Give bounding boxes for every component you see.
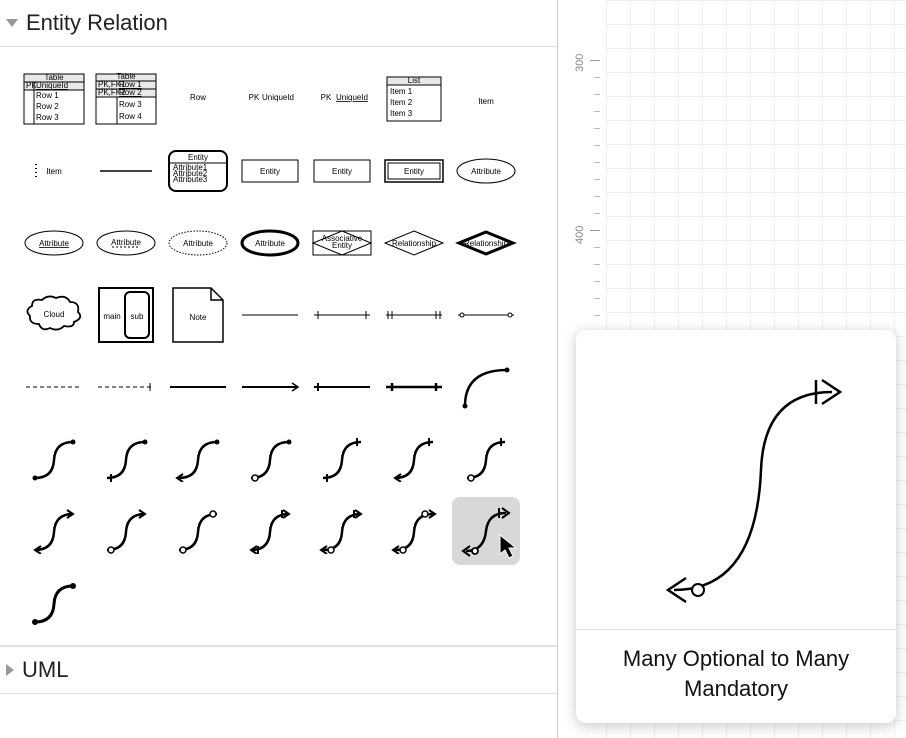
svg-text:Entity: Entity	[332, 167, 352, 176]
shape-attribute-dashed-underline[interactable]: Attribute	[92, 209, 160, 277]
svg-text:Row 3: Row 3	[36, 113, 59, 122]
svg-text:UniqueId: UniqueId	[336, 93, 368, 102]
svg-text:Item: Item	[478, 97, 494, 106]
section-header-entity-relation[interactable]: Entity Relation	[0, 0, 557, 47]
section-title: Entity Relation	[26, 10, 168, 36]
shape-hline[interactable]	[92, 137, 160, 205]
shape-line-thick-1[interactable]	[164, 353, 232, 421]
shape-item-dots[interactable]: Item	[20, 137, 88, 205]
shape-pk-uniqueid[interactable]: PK UniqueId	[236, 65, 304, 133]
shape-many-optional-to-many-mandatory[interactable]	[452, 497, 520, 565]
shape-line-mark-2[interactable]	[380, 281, 448, 349]
svg-text:Entity: Entity	[188, 153, 208, 162]
svg-text:Item 2: Item 2	[390, 98, 413, 107]
svg-text:Attribute: Attribute	[111, 238, 141, 247]
svg-text:Row 2: Row 2	[36, 102, 59, 111]
shape-line-dashed-2[interactable]	[92, 353, 160, 421]
shape-table-2[interactable]: Table PK,FK1 Row 1 PK,FK2 Row 2 Row 3 Ro…	[92, 65, 160, 133]
shape-tooltip: Many Optional to Many Mandatory	[576, 330, 896, 723]
svg-text:Row 3: Row 3	[119, 100, 142, 109]
shape-connector-s15[interactable]	[20, 569, 88, 637]
svg-text:Entity: Entity	[260, 167, 280, 176]
section-title: UML	[22, 657, 68, 683]
svg-text:Note: Note	[190, 313, 207, 322]
shape-list[interactable]: List Item 1 Item 2 Item 3	[380, 65, 448, 133]
shape-entity-double[interactable]: Entity	[380, 137, 448, 205]
svg-text:Row 1: Row 1	[36, 91, 59, 100]
svg-text:sub: sub	[131, 312, 144, 321]
shape-connector-s6[interactable]	[380, 425, 448, 493]
shape-entity-rounded[interactable]: Entity Attribute1 Attribute2 Attribute3	[164, 137, 232, 205]
shape-connector-s1[interactable]	[20, 425, 88, 493]
svg-text:Relationship: Relationship	[392, 239, 437, 248]
shape-connector-curve-1[interactable]	[452, 353, 520, 421]
shape-line-mark-1[interactable]	[308, 281, 376, 349]
shape-pk-uniqueid-underline[interactable]: PK UniqueId	[308, 65, 376, 133]
svg-text:List: List	[408, 76, 421, 85]
svg-text:Row 4: Row 4	[119, 112, 142, 121]
chevron-down-icon	[6, 19, 18, 27]
section-header-uml[interactable]: UML	[0, 646, 557, 694]
shape-line-mark-3[interactable]	[452, 281, 520, 349]
svg-text:Cloud: Cloud	[44, 310, 65, 319]
shape-connector-s5[interactable]	[308, 425, 376, 493]
shape-attribute-oval-underline[interactable]: Attribute	[20, 209, 88, 277]
svg-text:Row: Row	[190, 93, 206, 102]
svg-text:Entity: Entity	[332, 241, 352, 250]
shape-connector-s4[interactable]	[236, 425, 304, 493]
svg-text:Attribute: Attribute	[183, 239, 213, 248]
svg-text:Attribute: Attribute	[471, 167, 501, 176]
svg-text:main: main	[103, 312, 120, 321]
shape-line-thick-3[interactable]	[308, 353, 376, 421]
shape-connector-s3[interactable]	[164, 425, 232, 493]
svg-text:Attribute3: Attribute3	[173, 175, 208, 184]
shape-palette: Table PK UniqueId Row 1 Row 2 Row 3 Tabl…	[0, 47, 557, 646]
shape-connector-s12[interactable]	[308, 497, 376, 565]
shape-line-thick-4[interactable]	[380, 353, 448, 421]
shape-connector-s13[interactable]	[380, 497, 448, 565]
shape-connector-s10[interactable]	[164, 497, 232, 565]
svg-text:Item 1: Item 1	[390, 87, 413, 96]
svg-text:UniqueId: UniqueId	[36, 81, 68, 90]
ruler-mark: 400	[574, 226, 586, 244]
shapes-sidebar: Entity Relation Table PK UniqueId Row 1 …	[0, 0, 558, 738]
svg-text:PK: PK	[249, 93, 260, 102]
svg-text:PK: PK	[321, 93, 332, 102]
shape-entity-rect[interactable]: Entity	[236, 137, 304, 205]
svg-text:UniqueId: UniqueId	[262, 93, 294, 102]
shape-line-plain[interactable]	[236, 281, 304, 349]
svg-text:Item 3: Item 3	[390, 109, 413, 118]
shape-attribute-bold[interactable]: Attribute	[236, 209, 304, 277]
shape-connector-s9[interactable]	[92, 497, 160, 565]
shape-attribute-oval[interactable]: Attribute	[452, 137, 520, 205]
chevron-right-icon	[6, 664, 14, 676]
svg-text:Entity: Entity	[404, 167, 424, 176]
svg-text:Attribute: Attribute	[39, 239, 69, 248]
ruler-mark: 300	[574, 54, 586, 72]
tooltip-preview	[576, 330, 896, 630]
shape-table[interactable]: Table PK UniqueId Row 1 Row 2 Row 3	[20, 65, 88, 133]
shape-attribute-dotted[interactable]: Attribute	[164, 209, 232, 277]
shape-relationship[interactable]: Relationship	[380, 209, 448, 277]
svg-text:Row 2: Row 2	[119, 88, 142, 97]
tooltip-label: Many Optional to Many Mandatory	[576, 630, 896, 723]
shape-main-sub[interactable]: main sub	[92, 281, 160, 349]
shape-item-text[interactable]: Item	[452, 65, 520, 133]
shape-cloud[interactable]: Cloud	[20, 281, 88, 349]
shape-connector-s2[interactable]	[92, 425, 160, 493]
shape-connector-s7[interactable]	[452, 425, 520, 493]
shape-connector-s11[interactable]	[236, 497, 304, 565]
svg-text:Relationship: Relationship	[464, 239, 509, 248]
shape-entity-rect-2[interactable]: Entity	[308, 137, 376, 205]
shape-connector-s8[interactable]	[20, 497, 88, 565]
shape-line-thick-2[interactable]	[236, 353, 304, 421]
svg-text:Item: Item	[46, 167, 62, 176]
shape-note[interactable]: Note	[164, 281, 232, 349]
shape-line-dashed[interactable]	[20, 353, 88, 421]
svg-text:Attribute: Attribute	[255, 239, 285, 248]
shape-relationship-bold[interactable]: Relationship	[452, 209, 520, 277]
shape-associative-entity[interactable]: AssociativeEntity	[308, 209, 376, 277]
shape-row[interactable]: Row	[164, 65, 232, 133]
